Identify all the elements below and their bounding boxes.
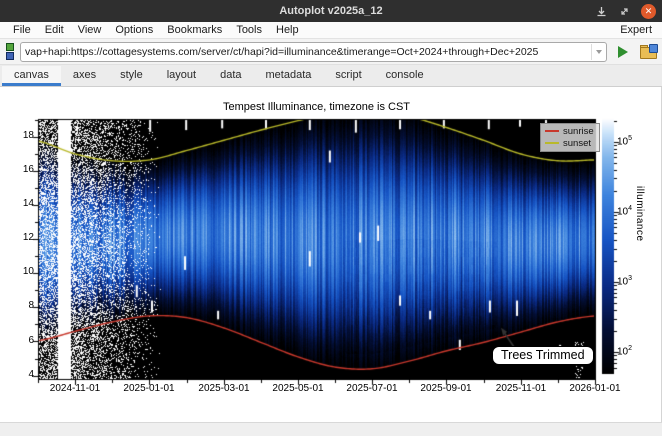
window-title: Autoplot v2025a_12: [0, 5, 662, 17]
inspect-folder-button[interactable]: [638, 42, 658, 62]
address-row: [0, 39, 662, 65]
cb-tick-1e5: 105: [617, 135, 632, 147]
plot-area: Tempest Illuminance, timezone is CST 18 …: [0, 87, 662, 422]
tab-style[interactable]: style: [108, 66, 155, 86]
menu-view[interactable]: View: [71, 24, 109, 36]
sunrise-line-swatch: [545, 130, 559, 132]
menu-edit[interactable]: Edit: [38, 24, 71, 36]
menu-help[interactable]: Help: [269, 24, 306, 36]
y-tick-4: 4: [10, 369, 34, 380]
title-bar[interactable]: Autoplot v2025a_12 ✕: [0, 0, 662, 22]
download-icon[interactable]: [595, 5, 608, 18]
tab-bar: canvas axes style layout data metadata s…: [0, 65, 662, 87]
legend[interactable]: sunrise sunset: [540, 123, 600, 152]
tab-console[interactable]: console: [374, 66, 436, 86]
expand-icon[interactable]: [618, 5, 631, 18]
expert-mode-label[interactable]: Expert: [620, 24, 656, 36]
y-tick-16: 16: [10, 164, 34, 175]
tab-layout[interactable]: layout: [155, 66, 208, 86]
uri-dropdown-chevron-icon[interactable]: [591, 44, 606, 60]
menu-options[interactable]: Options: [108, 24, 160, 36]
y-tick-12: 12: [10, 232, 34, 243]
menu-file[interactable]: File: [6, 24, 38, 36]
go-play-button[interactable]: [613, 42, 633, 62]
tab-canvas[interactable]: canvas: [2, 66, 61, 86]
y-tick-14: 14: [10, 198, 34, 209]
cb-tick-1e3: 103: [617, 275, 632, 287]
cb-tick-1e4: 104: [617, 205, 632, 217]
colorbar-axis-label: illuminance: [634, 186, 645, 242]
cb-tick-1e2: 102: [617, 345, 632, 357]
close-button[interactable]: ✕: [641, 4, 656, 19]
y-tick-10: 10: [10, 266, 34, 277]
menu-tools[interactable]: Tools: [229, 24, 269, 36]
y-tick-18: 18: [10, 130, 34, 141]
legend-entry-sunrise: sunrise: [545, 125, 594, 137]
autoplot-window: Autoplot v2025a_12 ✕ File Edit View Opti…: [0, 0, 662, 434]
datasource-icon: [6, 43, 16, 60]
y-tick-8: 8: [10, 300, 34, 311]
menu-bookmarks[interactable]: Bookmarks: [160, 24, 229, 36]
menu-bar: File Edit View Options Bookmarks Tools H…: [0, 22, 662, 39]
tab-metadata[interactable]: metadata: [254, 66, 324, 86]
legend-entry-sunset: sunset: [545, 137, 594, 149]
tab-axes[interactable]: axes: [61, 66, 108, 86]
sunset-line-swatch: [545, 142, 559, 144]
tab-script[interactable]: script: [323, 66, 373, 86]
y-tick-6: 6: [10, 335, 34, 346]
plot-title: Tempest Illuminance, timezone is CST: [38, 101, 595, 113]
tab-data[interactable]: data: [208, 66, 253, 86]
x-tick-7: 2026-01-01: [550, 383, 640, 394]
trees-trimmed-annotation[interactable]: Trees Trimmed: [492, 346, 594, 365]
uri-input[interactable]: [21, 46, 591, 58]
